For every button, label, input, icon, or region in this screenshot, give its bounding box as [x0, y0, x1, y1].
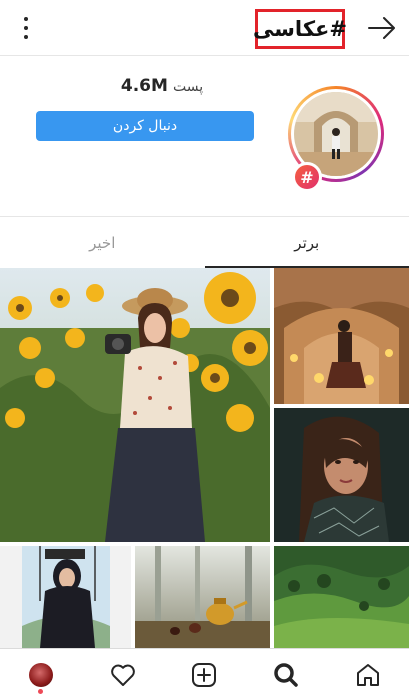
- teapot-forest-photo[interactable]: [135, 546, 270, 648]
- tab-top[interactable]: برتر: [205, 217, 409, 268]
- sunflower-field-photo[interactable]: [0, 268, 270, 542]
- cave-candles-photo[interactable]: [274, 268, 409, 404]
- post-label: پست: [173, 79, 204, 95]
- add-post-icon: [192, 662, 217, 687]
- back-arrow-icon[interactable]: [367, 16, 397, 40]
- nav-profile[interactable]: [21, 655, 61, 695]
- post-stats: پست 4.6M: [90, 76, 240, 96]
- more-options-icon[interactable]: [16, 16, 36, 40]
- profile-avatar-icon: [28, 662, 53, 694]
- hashtag-header: پست 4.6M دنبال کردن #: [0, 56, 409, 216]
- post-count: 4.6M: [120, 76, 168, 96]
- nav-new-post[interactable]: [184, 655, 224, 695]
- bottom-navigation: [0, 648, 409, 700]
- home-icon: [357, 663, 380, 686]
- post-grid: [0, 268, 409, 648]
- hashtag-badge: #: [292, 162, 322, 192]
- portrait-dark-hair-photo[interactable]: [274, 408, 409, 542]
- top-bar: #عکاسی: [0, 0, 409, 56]
- hashtag-title: #عکاسی: [253, 9, 347, 49]
- nav-search[interactable]: [266, 655, 306, 695]
- search-icon: [274, 662, 299, 687]
- tab-bar: اخیر برتر: [0, 216, 409, 268]
- nav-home[interactable]: [348, 655, 388, 695]
- woman-on-swing-photo[interactable]: [0, 546, 131, 648]
- nav-activity[interactable]: [103, 655, 143, 695]
- heart-icon: [110, 664, 135, 686]
- green-hills-photo[interactable]: [274, 546, 409, 648]
- tab-recent[interactable]: اخیر: [0, 217, 205, 268]
- follow-button[interactable]: دنبال کردن: [36, 111, 254, 141]
